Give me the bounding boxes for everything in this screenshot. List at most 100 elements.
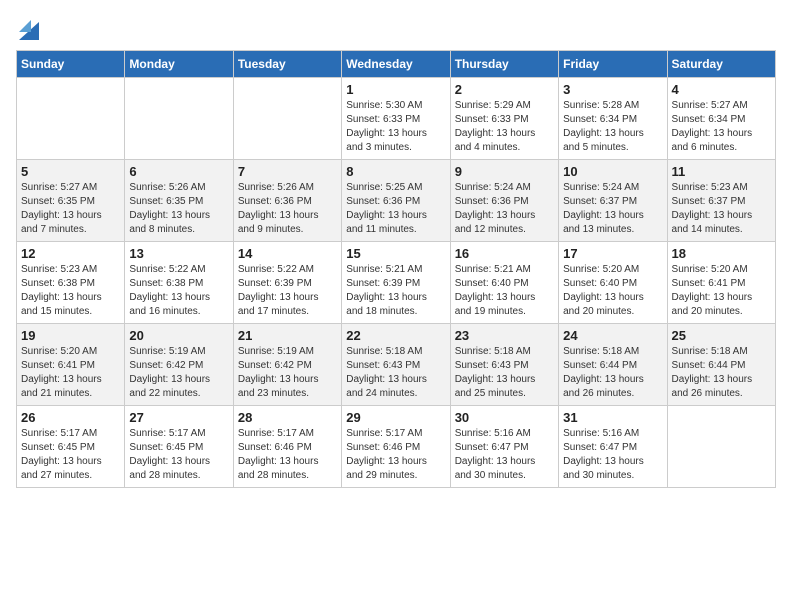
day-number: 26 [21,410,120,425]
day-number: 5 [21,164,120,179]
day-number: 20 [129,328,228,343]
day-number: 6 [129,164,228,179]
calendar-cell: 8Sunrise: 5:25 AM Sunset: 6:36 PM Daylig… [342,160,450,242]
day-info: Sunrise: 5:28 AM Sunset: 6:34 PM Dayligh… [563,99,662,155]
day-info: Sunrise: 5:23 AM Sunset: 6:37 PM Dayligh… [672,181,771,237]
calendar-cell: 2 Sunrise: 5:29 AM Sunset: 6:33 PM Daylig… [450,78,558,160]
calendar-cell: 9 Sunrise: 5:24 AM Sunset: 6:36 PM Daylig… [450,160,558,242]
weekday-header-row: SundayMondayTuesdayWednesdayThursdayFrid… [17,51,776,78]
calendar-cell: 11 Sunrise: 5:23 AM Sunset: 6:37 PM Dayli… [667,160,775,242]
day-info: Sunrise: 5:19 AM Sunset: 6:42 PM Dayligh… [129,345,228,401]
day-number: 24 [563,328,662,343]
day-info: Sunrise: 5:16 AM Sunset: 6:47 PM Dayligh… [455,427,554,483]
calendar-cell: 25Sunrise: 5:18 AM Sunset: 6:44 PM Dayli… [667,324,775,406]
calendar-cell: 1Sunrise: 5:30 AM Sunset: 6:33 PM Daylig… [342,78,450,160]
day-info: Sunrise: 5:17 AM Sunset: 6:46 PM Dayligh… [346,427,445,483]
day-info: Sunrise: 5:16 AM Sunset: 6:47 PM Dayligh… [563,427,662,483]
calendar-cell: 4Sunrise: 5:27 AM Sunset: 6:34 PM Daylig… [667,78,775,160]
weekday-header-tuesday: Tuesday [233,51,341,78]
day-info: Sunrise: 5:20 AM Sunset: 6:41 PM Dayligh… [672,263,771,319]
day-number: 12 [21,246,120,261]
day-number: 15 [346,246,445,261]
day-number: 27 [129,410,228,425]
weekday-header-saturday: Saturday [667,51,775,78]
calendar-cell: 21 Sunrise: 5:19 AM Sunset: 6:42 PM Dayli… [233,324,341,406]
calendar-cell: 15 Sunrise: 5:21 AM Sunset: 6:39 PM Dayli… [342,242,450,324]
day-info: Sunrise: 5:18 AM Sunset: 6:44 PM Dayligh… [672,345,771,401]
calendar-cell: 10 Sunrise: 5:24 AM Sunset: 6:37 PM Dayli… [559,160,667,242]
day-number: 23 [455,328,554,343]
day-info: Sunrise: 5:23 AM Sunset: 6:38 PM Dayligh… [21,263,120,319]
calendar-cell: 20 Sunrise: 5:19 AM Sunset: 6:42 PM Dayli… [125,324,233,406]
week-row-2: 5 Sunrise: 5:27 AM Sunset: 6:35 PM Daylig… [17,160,776,242]
calendar-cell: 7 Sunrise: 5:26 AM Sunset: 6:36 PM Daylig… [233,160,341,242]
weekday-header-thursday: Thursday [450,51,558,78]
calendar-cell: 18 Sunrise: 5:20 AM Sunset: 6:41 PM Dayli… [667,242,775,324]
day-info: Sunrise: 5:19 AM Sunset: 6:42 PM Dayligh… [238,345,337,401]
day-info: Sunrise: 5:27 AM Sunset: 6:35 PM Dayligh… [21,181,120,237]
day-info: Sunrise: 5:18 AM Sunset: 6:44 PM Dayligh… [563,345,662,401]
day-number: 22 [346,328,445,343]
day-number: 11 [672,164,771,179]
day-info: Sunrise: 5:17 AM Sunset: 6:45 PM Dayligh… [21,427,120,483]
day-number: 19 [21,328,120,343]
weekday-header-wednesday: Wednesday [342,51,450,78]
day-number: 8 [346,164,445,179]
day-number: 29 [346,410,445,425]
logo-icon [19,12,39,40]
day-number: 30 [455,410,554,425]
day-number: 21 [238,328,337,343]
day-number: 1 [346,82,445,97]
day-info: Sunrise: 5:29 AM Sunset: 6:33 PM Dayligh… [455,99,554,155]
day-info: Sunrise: 5:17 AM Sunset: 6:46 PM Dayligh… [238,427,337,483]
calendar-cell: 29 Sunrise: 5:17 AM Sunset: 6:46 PM Dayli… [342,406,450,488]
day-info: Sunrise: 5:20 AM Sunset: 6:40 PM Dayligh… [563,263,662,319]
day-info: Sunrise: 5:21 AM Sunset: 6:39 PM Dayligh… [346,263,445,319]
day-info: Sunrise: 5:17 AM Sunset: 6:45 PM Dayligh… [129,427,228,483]
weekday-header-sunday: Sunday [17,51,125,78]
weekday-header-friday: Friday [559,51,667,78]
calendar-cell: 6Sunrise: 5:26 AM Sunset: 6:35 PM Daylig… [125,160,233,242]
calendar-cell: 14 Sunrise: 5:22 AM Sunset: 6:39 PM Dayli… [233,242,341,324]
day-info: Sunrise: 5:24 AM Sunset: 6:36 PM Dayligh… [455,181,554,237]
day-info: Sunrise: 5:27 AM Sunset: 6:34 PM Dayligh… [672,99,771,155]
day-number: 9 [455,164,554,179]
calendar-cell [667,406,775,488]
day-number: 17 [563,246,662,261]
week-row-5: 26 Sunrise: 5:17 AM Sunset: 6:45 PM Dayli… [17,406,776,488]
calendar-cell: 27 Sunrise: 5:17 AM Sunset: 6:45 PM Dayli… [125,406,233,488]
calendar-cell: 17 Sunrise: 5:20 AM Sunset: 6:40 PM Dayli… [559,242,667,324]
day-number: 3 [563,82,662,97]
calendar-cell: 19 Sunrise: 5:20 AM Sunset: 6:41 PM Dayli… [17,324,125,406]
calendar-cell [17,78,125,160]
page-header [16,16,776,40]
day-number: 16 [455,246,554,261]
day-info: Sunrise: 5:18 AM Sunset: 6:43 PM Dayligh… [346,345,445,401]
day-number: 18 [672,246,771,261]
day-number: 2 [455,82,554,97]
calendar-cell: 12 Sunrise: 5:23 AM Sunset: 6:38 PM Dayli… [17,242,125,324]
calendar-cell: 22 Sunrise: 5:18 AM Sunset: 6:43 PM Dayli… [342,324,450,406]
calendar-cell: 16Sunrise: 5:21 AM Sunset: 6:40 PM Dayli… [450,242,558,324]
calendar-cell: 24 Sunrise: 5:18 AM Sunset: 6:44 PM Dayli… [559,324,667,406]
day-info: Sunrise: 5:22 AM Sunset: 6:39 PM Dayligh… [238,263,337,319]
calendar-cell: 28Sunrise: 5:17 AM Sunset: 6:46 PM Dayli… [233,406,341,488]
calendar-cell: 31Sunrise: 5:16 AM Sunset: 6:47 PM Dayli… [559,406,667,488]
day-info: Sunrise: 5:24 AM Sunset: 6:37 PM Dayligh… [563,181,662,237]
day-number: 10 [563,164,662,179]
calendar-cell: 26 Sunrise: 5:17 AM Sunset: 6:45 PM Dayli… [17,406,125,488]
logo [16,16,39,40]
calendar-cell: 30 Sunrise: 5:16 AM Sunset: 6:47 PM Dayli… [450,406,558,488]
day-info: Sunrise: 5:18 AM Sunset: 6:43 PM Dayligh… [455,345,554,401]
day-info: Sunrise: 5:22 AM Sunset: 6:38 PM Dayligh… [129,263,228,319]
calendar-table: SundayMondayTuesdayWednesdayThursdayFrid… [16,50,776,488]
week-row-1: 1Sunrise: 5:30 AM Sunset: 6:33 PM Daylig… [17,78,776,160]
day-number: 7 [238,164,337,179]
day-number: 14 [238,246,337,261]
calendar-cell: 5 Sunrise: 5:27 AM Sunset: 6:35 PM Daylig… [17,160,125,242]
day-info: Sunrise: 5:26 AM Sunset: 6:36 PM Dayligh… [238,181,337,237]
day-number: 13 [129,246,228,261]
calendar-cell: 3 Sunrise: 5:28 AM Sunset: 6:34 PM Daylig… [559,78,667,160]
day-info: Sunrise: 5:20 AM Sunset: 6:41 PM Dayligh… [21,345,120,401]
weekday-header-monday: Monday [125,51,233,78]
